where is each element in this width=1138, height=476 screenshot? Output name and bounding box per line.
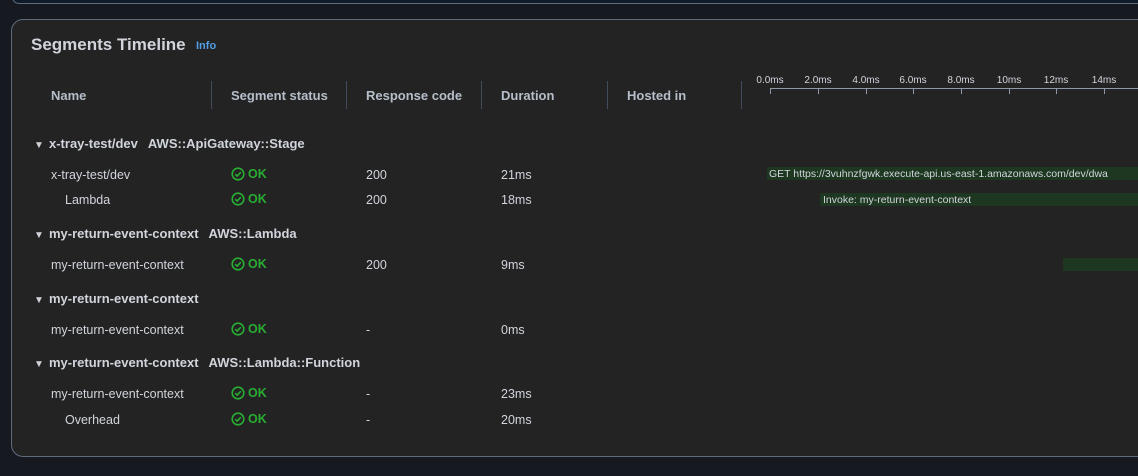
- status-text: OK: [248, 192, 267, 206]
- duration: 21ms: [501, 168, 532, 182]
- segment-group-header[interactable]: ▼ my-return-event-context: [34, 291, 199, 306]
- info-link[interactable]: Info: [196, 40, 216, 52]
- group-type: AWS::Lambda::Function: [208, 355, 361, 370]
- panel-title: Segments Timeline: [31, 35, 186, 54]
- check-circle-icon: [231, 192, 245, 206]
- timeline-tick-label: 10ms: [996, 75, 1022, 86]
- timeline-bar-label: Invoke: my-return-event-context: [823, 194, 972, 206]
- timeline-tick: [913, 88, 914, 94]
- response-code: -: [366, 413, 371, 427]
- timeline-tick: [818, 88, 819, 94]
- timeline-tick: [866, 88, 867, 94]
- column-divider[interactable]: [741, 81, 742, 109]
- timeline-tick-label: 8.0ms: [947, 75, 975, 86]
- timeline-tick: [1104, 88, 1105, 94]
- status-badge: OK: [231, 386, 267, 400]
- group-name: my-return-event-context: [49, 355, 199, 370]
- segment-group-header[interactable]: ▼ my-return-event-context AWS::Lambda::Fun…: [34, 355, 360, 370]
- check-circle-icon: [231, 322, 245, 336]
- caret-down-icon[interactable]: ▼: [34, 295, 49, 306]
- duration: 9ms: [501, 258, 525, 272]
- group-name: my-return-event-context: [49, 291, 199, 306]
- status-badge: OK: [231, 412, 267, 426]
- timeline-bar-label: GET https://3vuhnzfgwk.execute-api.us-ea…: [769, 168, 1108, 180]
- column-header-hosted-in[interactable]: Hosted in: [627, 88, 686, 103]
- column-header-response-code[interactable]: Response code: [366, 88, 462, 103]
- previous-panel: [12, 0, 1138, 4]
- timeline-tick: [1009, 88, 1010, 94]
- response-code: -: [366, 387, 371, 401]
- group-name: x-tray-test/dev: [49, 136, 138, 151]
- timeline-tick-label: 0.0ms: [756, 75, 784, 86]
- status-badge: OK: [231, 257, 267, 271]
- timeline-tick: [770, 88, 771, 94]
- response-code: 200: [366, 258, 387, 272]
- duration: 0ms: [501, 323, 525, 337]
- group-type: AWS::Lambda: [208, 226, 297, 241]
- segment-name[interactable]: x-tray-test/dev: [51, 168, 130, 182]
- segment-name[interactable]: Overhead: [65, 413, 120, 427]
- status-badge: OK: [231, 322, 267, 336]
- response-code: 200: [366, 168, 387, 182]
- duration: 23ms: [501, 387, 532, 401]
- duration: 20ms: [501, 413, 532, 427]
- timeline-tick-label: 12ms: [1043, 75, 1069, 86]
- segment-name[interactable]: my-return-event-context: [51, 258, 184, 272]
- timeline-tick-label: 6.0ms: [899, 75, 927, 86]
- response-code: 200: [366, 193, 387, 207]
- column-divider[interactable]: [481, 81, 482, 109]
- status-text: OK: [248, 167, 267, 181]
- timeline-tick-label: 2.0ms: [804, 75, 832, 86]
- group-name: my-return-event-context: [49, 226, 199, 241]
- column-header-segment-status[interactable]: Segment status: [231, 88, 328, 103]
- caret-down-icon[interactable]: ▼: [34, 230, 49, 241]
- response-code: -: [366, 323, 371, 337]
- segment-group-header[interactable]: ▼ x-tray-test/dev AWS::ApiGateway::Stage: [34, 136, 305, 151]
- duration: 18ms: [501, 193, 532, 207]
- column-divider[interactable]: [346, 81, 347, 109]
- column-divider[interactable]: [607, 81, 608, 109]
- segment-name[interactable]: my-return-event-context: [51, 387, 184, 401]
- timeline-bar[interactable]: [1063, 258, 1138, 271]
- segment-name[interactable]: my-return-event-context: [51, 323, 184, 337]
- check-circle-icon: [231, 412, 245, 426]
- status-badge: OK: [231, 192, 267, 206]
- timeline-tick-label: 4.0ms: [852, 75, 880, 86]
- timeline-tick: [961, 88, 962, 94]
- column-divider[interactable]: [211, 81, 212, 109]
- status-text: OK: [248, 257, 267, 271]
- status-text: OK: [248, 322, 267, 336]
- caret-down-icon[interactable]: ▼: [34, 140, 49, 151]
- group-type: AWS::ApiGateway::Stage: [147, 136, 305, 151]
- timeline-axis: [770, 88, 1138, 89]
- caret-down-icon[interactable]: ▼: [34, 359, 49, 370]
- column-header-duration[interactable]: Duration: [501, 88, 554, 103]
- timeline-tick-label: 14ms: [1091, 75, 1117, 86]
- timeline-tick: [1056, 88, 1057, 94]
- status-text: OK: [248, 386, 267, 400]
- status-text: OK: [248, 412, 267, 426]
- column-header-name[interactable]: Name: [51, 88, 86, 103]
- status-badge: OK: [231, 167, 267, 181]
- segments-timeline-panel: Segments Timeline Info Name Segment stat…: [11, 19, 1138, 457]
- segment-group-header[interactable]: ▼ my-return-event-context AWS::Lambda: [34, 226, 297, 241]
- check-circle-icon: [231, 167, 245, 181]
- segment-name[interactable]: Lambda: [65, 193, 110, 207]
- check-circle-icon: [231, 257, 245, 271]
- check-circle-icon: [231, 386, 245, 400]
